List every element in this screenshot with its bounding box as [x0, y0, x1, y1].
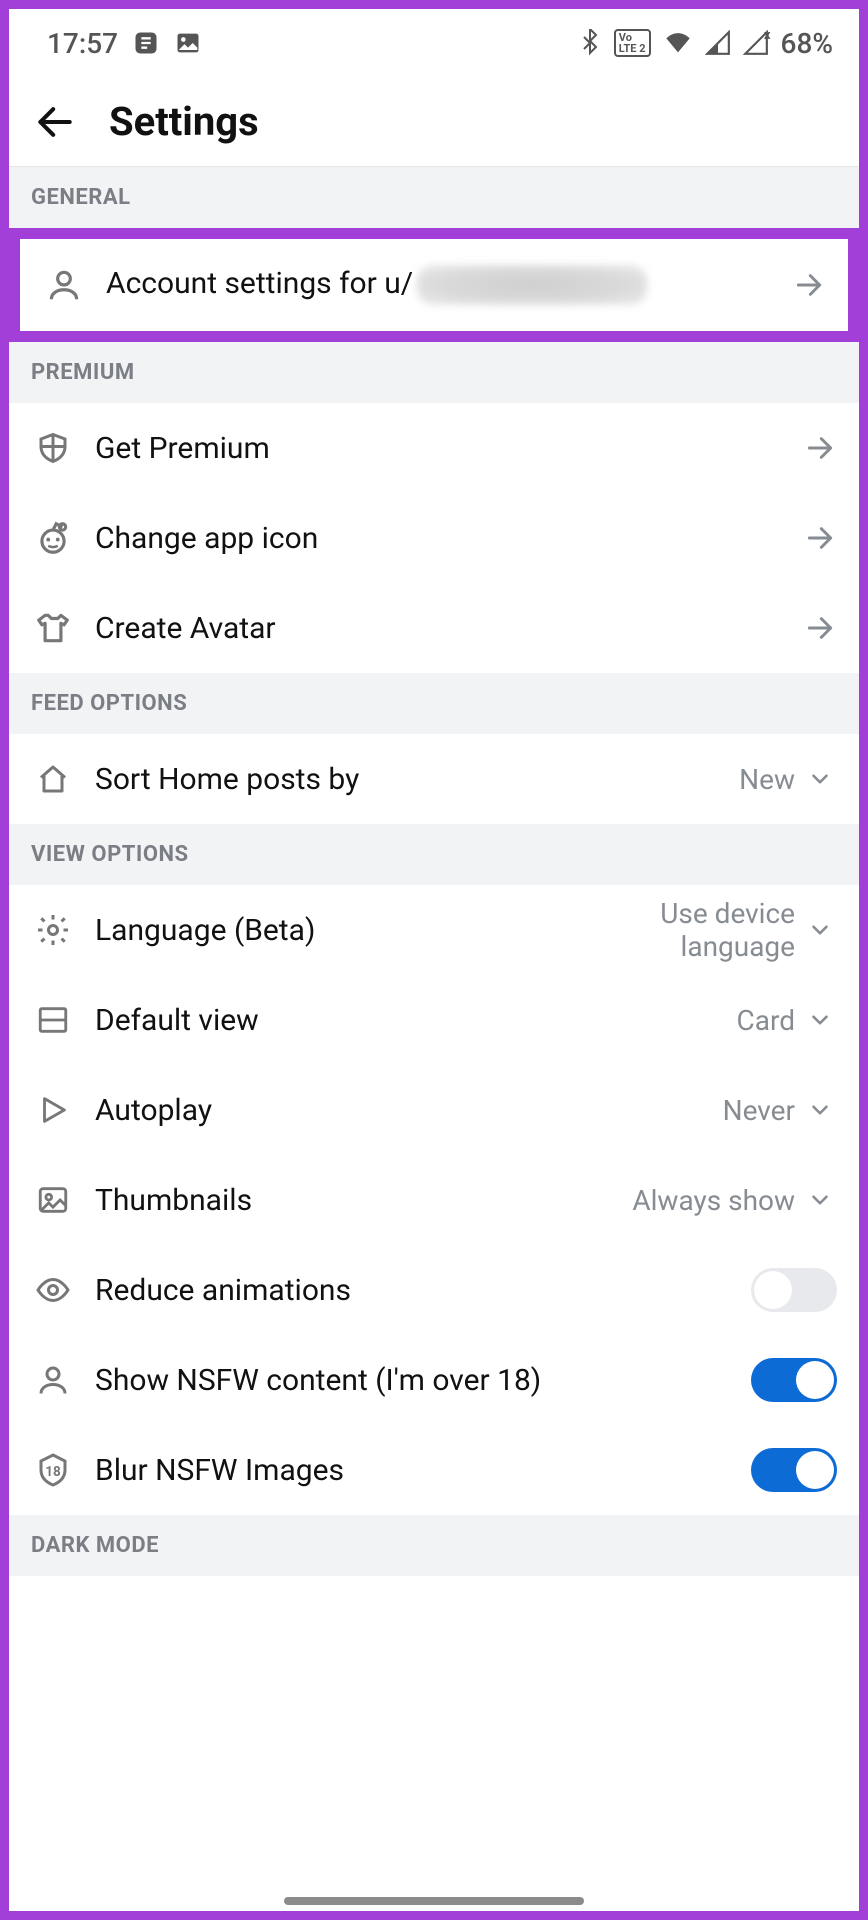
- get-premium-row[interactable]: Get Premium: [9, 403, 859, 493]
- eighteen-icon: 18: [31, 1448, 75, 1492]
- create-avatar-label: Create Avatar: [95, 611, 803, 646]
- highlighted-account-row: Account settings for u/: [9, 228, 859, 342]
- page-title: Settings: [109, 98, 259, 145]
- nsfw-toggle[interactable]: [751, 1358, 837, 1402]
- sort-home-label: Sort Home posts by: [95, 762, 739, 797]
- signal-2-icon: x: [743, 30, 769, 56]
- autoplay-label: Autoplay: [95, 1093, 723, 1128]
- chevron-down-icon: [803, 1093, 837, 1127]
- svg-text:18: 18: [45, 1464, 61, 1480]
- reduce-animations-toggle[interactable]: [751, 1268, 837, 1312]
- battery-text: 68%: [781, 27, 833, 60]
- arrow-right-icon: [803, 431, 837, 465]
- language-value: Use device language: [555, 897, 795, 963]
- play-icon: [31, 1088, 75, 1132]
- tshirt-icon: [31, 606, 75, 650]
- home-indicator[interactable]: [284, 1897, 584, 1905]
- person-icon: [31, 1358, 75, 1402]
- app-bar: Settings: [9, 77, 859, 167]
- autoplay-value: Never: [723, 1094, 795, 1127]
- section-header-dark: DARK MODE: [9, 1515, 859, 1576]
- create-avatar-row[interactable]: Create Avatar: [9, 583, 859, 673]
- sort-home-value: New: [739, 763, 795, 796]
- nsfw-row[interactable]: Show NSFW content (I'm over 18): [9, 1335, 859, 1425]
- nsfw-label: Show NSFW content (I'm over 18): [95, 1363, 751, 1398]
- arrow-right-icon: [803, 611, 837, 645]
- eye-icon: [31, 1268, 75, 1312]
- thumbnails-label: Thumbnails: [95, 1183, 632, 1218]
- thumbnails-value: Always show: [632, 1184, 795, 1217]
- gear-icon: [31, 908, 75, 952]
- language-row[interactable]: Language (Beta) Use device language: [9, 885, 859, 975]
- bluetooth-icon: [578, 29, 602, 57]
- section-header-premium: PREMIUM: [9, 342, 859, 403]
- volte-icon: VoLTE 2: [614, 29, 651, 57]
- chevron-down-icon: [803, 1183, 837, 1217]
- signal-1-icon: [705, 30, 731, 56]
- home-icon: [31, 757, 75, 801]
- reddit-icon: [31, 516, 75, 560]
- account-settings-row[interactable]: Account settings for u/: [20, 239, 848, 331]
- chevron-down-icon: [803, 913, 837, 947]
- sort-home-row[interactable]: Sort Home posts by New: [9, 734, 859, 824]
- chevron-down-icon: [803, 1003, 837, 1037]
- chevron-down-icon: [803, 762, 837, 796]
- account-settings-label: Account settings for u/: [106, 265, 792, 305]
- default-view-row[interactable]: Default view Card: [9, 975, 859, 1065]
- section-header-general: GENERAL: [9, 167, 859, 228]
- reduce-animations-row[interactable]: Reduce animations: [9, 1245, 859, 1335]
- person-icon: [42, 263, 86, 307]
- redacted-username: [417, 265, 647, 305]
- language-label: Language (Beta): [95, 913, 555, 948]
- arrow-right-icon: [803, 521, 837, 555]
- clock-text: 17:57: [47, 27, 118, 60]
- image-notification-icon: [174, 29, 202, 57]
- arrow-right-icon: [792, 268, 826, 302]
- default-view-label: Default view: [95, 1003, 737, 1038]
- blur-nsfw-toggle[interactable]: [751, 1448, 837, 1492]
- card-view-icon: [31, 998, 75, 1042]
- get-premium-label: Get Premium: [95, 431, 803, 466]
- section-header-view: VIEW OPTIONS: [9, 824, 859, 885]
- account-settings-prefix: Account settings for u/: [106, 266, 413, 301]
- wifi-icon: [663, 29, 693, 57]
- change-app-icon-label: Change app icon: [95, 521, 803, 556]
- reduce-animations-label: Reduce animations: [95, 1273, 751, 1308]
- blur-nsfw-row[interactable]: 18 Blur NSFW Images: [9, 1425, 859, 1515]
- back-button[interactable]: [29, 96, 81, 148]
- app-notification-icon: [132, 29, 160, 57]
- section-header-feed: FEED OPTIONS: [9, 673, 859, 734]
- shield-icon: [31, 426, 75, 470]
- change-app-icon-row[interactable]: Change app icon: [9, 493, 859, 583]
- status-bar: 17:57 VoLTE 2 x 68%: [9, 9, 859, 77]
- autoplay-row[interactable]: Autoplay Never: [9, 1065, 859, 1155]
- image-icon: [31, 1178, 75, 1222]
- blur-nsfw-label: Blur NSFW Images: [95, 1453, 751, 1488]
- thumbnails-row[interactable]: Thumbnails Always show: [9, 1155, 859, 1245]
- default-view-value: Card: [737, 1004, 795, 1037]
